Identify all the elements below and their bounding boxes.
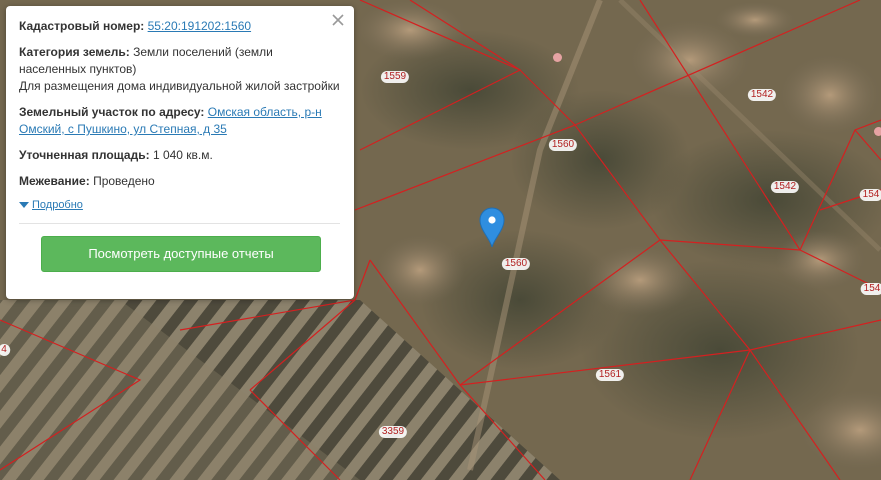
plot-label-154-partial[interactable]: 154 bbox=[860, 283, 881, 295]
land-purpose: Для размещения дома индивидуальной жилой… bbox=[19, 79, 340, 93]
plot-label-partial[interactable]: 4 bbox=[0, 344, 10, 356]
survey-value: Проведено bbox=[93, 174, 155, 188]
details-toggle[interactable]: Подробно bbox=[19, 199, 340, 211]
cadastral-number-row: Кадастровый номер: 55:20:191202:1560 bbox=[19, 18, 340, 35]
parcel-info-popup: Кадастровый номер: 55:20:191202:1560 Кат… bbox=[6, 6, 354, 299]
plot-label-1561[interactable]: 1561 bbox=[595, 369, 625, 381]
plot-label-3359[interactable]: 3359 bbox=[378, 426, 408, 438]
address-row: Земельный участок по адресу: Омская обла… bbox=[19, 104, 340, 138]
location-pin-icon[interactable] bbox=[478, 206, 506, 248]
plot-label-1542[interactable]: 1542 bbox=[770, 181, 800, 193]
land-category-row: Категория земель: Земли поселений (земли… bbox=[19, 44, 340, 95]
plot-label-1560[interactable]: 1560 bbox=[501, 258, 531, 270]
cadastral-number-link[interactable]: 55:20:191202:1560 bbox=[148, 19, 251, 33]
plot-label-1542[interactable]: 1542 bbox=[747, 89, 777, 101]
details-link[interactable]: Подробно bbox=[32, 199, 83, 211]
area-label: Уточненная площадь: bbox=[19, 148, 150, 162]
survey-label: Межевание: bbox=[19, 174, 90, 188]
survey-row: Межевание: Проведено bbox=[19, 173, 340, 190]
close-icon[interactable] bbox=[330, 12, 346, 28]
cadastral-number-label: Кадастровый номер: bbox=[19, 19, 145, 33]
view-reports-button[interactable]: Посмотреть доступные отчеты bbox=[41, 236, 321, 272]
address-label: Земельный участок по адресу: bbox=[19, 105, 205, 119]
area-row: Уточненная площадь: 1 040 кв.м. bbox=[19, 147, 340, 164]
plot-label-1560[interactable]: 1560 bbox=[548, 139, 578, 151]
plot-label-1559[interactable]: 1559 bbox=[380, 71, 410, 83]
divider bbox=[19, 223, 340, 224]
map-view[interactable]: 1559 1542 1560 1542 1560 1561 3359 154 1… bbox=[0, 0, 881, 480]
area-value: 1 040 кв.м. bbox=[152, 148, 213, 162]
caret-down-icon bbox=[19, 202, 29, 208]
plot-label-154-partial[interactable]: 154 bbox=[859, 189, 881, 201]
map-marker-dot[interactable] bbox=[553, 53, 562, 62]
land-category-label: Категория земель: bbox=[19, 45, 130, 59]
map-marker-dot[interactable] bbox=[874, 127, 881, 136]
